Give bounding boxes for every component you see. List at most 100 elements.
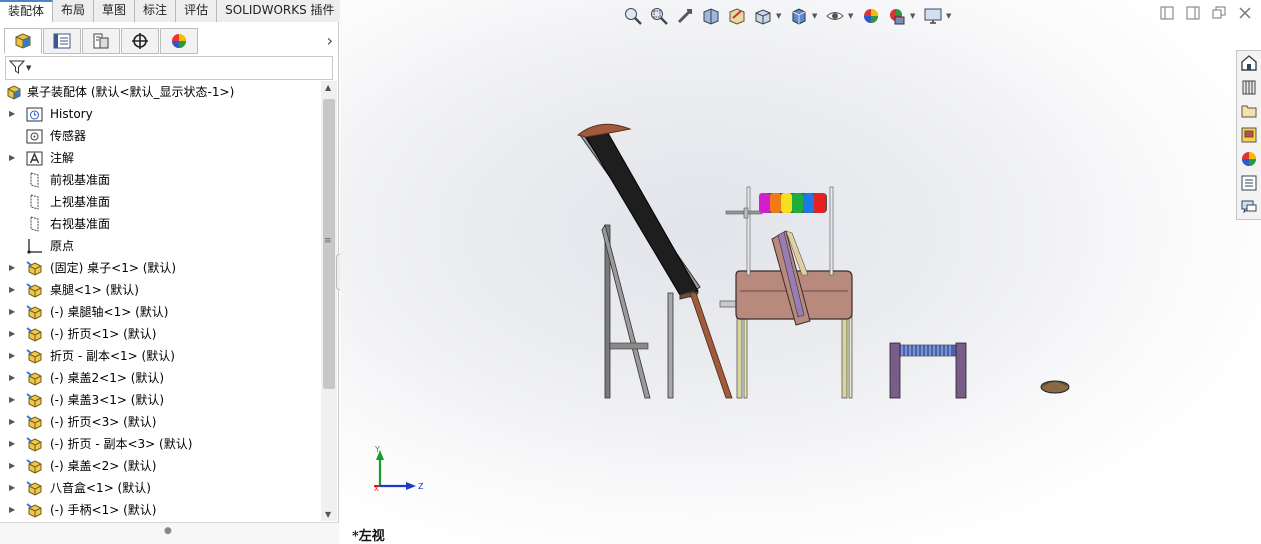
- edit-appearance-button[interactable]: [858, 5, 884, 27]
- tree-item[interactable]: ▶ (-) 桌盖2<1> (默认): [0, 367, 320, 389]
- view-palette-tab[interactable]: [1237, 123, 1261, 147]
- expand-arrow-icon[interactable]: ▶: [9, 367, 15, 389]
- propertymanager-tab[interactable]: [43, 28, 81, 54]
- close-icon[interactable]: [1237, 6, 1253, 22]
- forum-tab[interactable]: [1237, 195, 1261, 219]
- graphics-area[interactable]: ▼ ▼ ▼ ▼ ▼ Y Z X *左视: [340, 0, 1261, 544]
- tree-item[interactable]: 传感器: [0, 125, 320, 147]
- expand-arrow-icon[interactable]: ▶: [9, 257, 15, 279]
- scroll-up-icon[interactable]: ▲: [325, 83, 331, 92]
- zoom-to-area-icon: [651, 8, 668, 25]
- display-manager-icon: [172, 34, 186, 48]
- appearances-tab[interactable]: [1237, 147, 1261, 171]
- previous-view-icon: [677, 8, 693, 24]
- zoom-to-fit-button[interactable]: [620, 5, 646, 27]
- chevron-right-icon[interactable]: ›: [327, 31, 333, 50]
- expand-arrow-icon[interactable]: ▶: [9, 301, 15, 323]
- assembly-model[interactable]: [560, 115, 1080, 415]
- chevron-down-icon: ▼: [26, 64, 32, 72]
- command-tab[interactable]: SOLIDWORKS 插件: [217, 0, 344, 22]
- dimxpert-tab[interactable]: [121, 28, 159, 54]
- tree-item[interactable]: ▶ 八音盒<1> (默认): [0, 477, 320, 499]
- filter-input[interactable]: ▼: [5, 56, 333, 80]
- heads-up-toolbar: ▼ ▼ ▼ ▼ ▼: [620, 5, 956, 27]
- tree-item[interactable]: ▶ 注解: [0, 147, 320, 169]
- expand-arrow-icon[interactable]: ▶: [9, 279, 15, 301]
- tree-root-item[interactable]: 桌子装配体 (默认<默认_显示状态-1>): [0, 81, 320, 103]
- tree-item[interactable]: ▶ (-) 桌腿轴<1> (默认): [0, 301, 320, 323]
- scroll-down-icon[interactable]: ▼: [325, 510, 331, 519]
- expand-arrow-icon[interactable]: ▶: [9, 455, 15, 477]
- solidworks-resources-tab[interactable]: [1237, 51, 1261, 75]
- expand-arrow-icon[interactable]: ▶: [9, 147, 15, 169]
- apply-scene-button[interactable]: [884, 5, 910, 27]
- expand-arrow-icon[interactable]: ▶: [9, 103, 15, 125]
- tree-item[interactable]: ▶ 折页 - 副本<1> (默认): [0, 345, 320, 367]
- command-tab[interactable]: 装配体: [0, 0, 54, 22]
- tree-item[interactable]: ▶ (-) 折页 - 副本<3> (默认): [0, 433, 320, 455]
- desk-with-music-box[interactable]: [719, 186, 853, 399]
- display-manager-tab[interactable]: [160, 28, 198, 54]
- expand-arrow-icon[interactable]: ▶: [9, 323, 15, 345]
- display-style-button[interactable]: [786, 5, 812, 27]
- chevron-down-icon[interactable]: ▼: [848, 5, 858, 27]
- previous-view-button[interactable]: [672, 5, 698, 27]
- view-orientation-button[interactable]: [750, 5, 776, 27]
- custom-properties-tab[interactable]: [1237, 171, 1261, 195]
- filter-icon: [8, 59, 26, 79]
- tree-item[interactable]: ▶ History: [0, 103, 320, 125]
- dynamic-annotation-button[interactable]: [724, 5, 750, 27]
- splitter-dot-icon[interactable]: ●: [164, 526, 172, 536]
- tile-right-icon[interactable]: [1185, 6, 1201, 22]
- expand-arrow-icon[interactable]: ▶: [9, 389, 15, 411]
- stool[interactable]: [889, 342, 967, 399]
- command-tab[interactable]: 标注: [135, 0, 177, 22]
- tree-item[interactable]: ▶ (-) 折页<1> (默认): [0, 323, 320, 345]
- tree-item[interactable]: ▶ (-) 折页<3> (默认): [0, 411, 320, 433]
- zoom-to-area-button[interactable]: [646, 5, 672, 27]
- expand-arrow-icon[interactable]: ▶: [9, 477, 15, 499]
- hide-show-items-button[interactable]: [822, 5, 848, 27]
- chevron-down-icon[interactable]: ▼: [812, 5, 822, 27]
- tile-left-icon[interactable]: [1159, 6, 1175, 22]
- featuremanager-tab[interactable]: [4, 28, 42, 54]
- design-library-icon: [1242, 80, 1256, 95]
- expand-arrow-icon[interactable]: ▶: [9, 433, 15, 455]
- tree-item[interactable]: 前视基准面: [0, 169, 320, 191]
- design-library-tab[interactable]: [1237, 75, 1261, 99]
- configurationmanager-tab[interactable]: [82, 28, 120, 54]
- floor-part[interactable]: [1040, 380, 1070, 394]
- tree-item-label: 桌子装配体 (默认<默认_显示状态-1>): [27, 85, 235, 99]
- expand-arrow-icon[interactable]: ▶: [9, 345, 15, 367]
- tree-item-label: 前视基准面: [50, 173, 111, 187]
- chalkboard-easel[interactable]: [576, 123, 733, 399]
- command-tab[interactable]: 布局: [53, 0, 95, 22]
- triad-y-label: Y: [374, 445, 380, 454]
- tree-scrollbar[interactable]: ▲ ≡ ▼: [321, 81, 337, 521]
- command-tab[interactable]: 评估: [176, 0, 218, 22]
- file-explorer-tab[interactable]: [1237, 99, 1261, 123]
- tree-item[interactable]: ▶ (固定) 桌子<1> (默认): [0, 257, 320, 279]
- tree-item[interactable]: 原点: [0, 235, 320, 257]
- tree-item[interactable]: ▶ (-) 桌盖<2> (默认): [0, 455, 320, 477]
- tree-item[interactable]: ▶ (-) 手柄<1> (默认): [0, 499, 320, 521]
- section-view-button[interactable]: [698, 5, 724, 27]
- tree-item-label: 右视基准面: [50, 217, 111, 231]
- tree-item[interactable]: 上视基准面: [0, 191, 320, 213]
- tree-item[interactable]: 右视基准面: [0, 213, 320, 235]
- tree-item-label: (-) 桌盖2<1> (默认): [50, 371, 165, 385]
- chevron-down-icon[interactable]: ▼: [910, 5, 920, 27]
- part-icon: [26, 502, 43, 518]
- feature-tree: 桌子装配体 (默认<默认_显示状态-1>) ▶ History 传感器 ▶ 注解前视基准面…: [0, 81, 320, 521]
- tree-item[interactable]: ▶ (-) 桌盖3<1> (默认): [0, 389, 320, 411]
- expand-arrow-icon[interactable]: ▶: [9, 499, 15, 521]
- chevron-down-icon[interactable]: ▼: [776, 5, 786, 27]
- view-settings-button[interactable]: [920, 5, 946, 27]
- chevron-down-icon[interactable]: ▼: [946, 5, 956, 27]
- display-style-icon: [792, 8, 806, 25]
- part-icon: [26, 414, 43, 430]
- restore-icon[interactable]: [1211, 6, 1227, 22]
- tree-item[interactable]: ▶ 桌腿<1> (默认): [0, 279, 320, 301]
- command-tab[interactable]: 草图: [94, 0, 136, 22]
- expand-arrow-icon[interactable]: ▶: [9, 411, 15, 433]
